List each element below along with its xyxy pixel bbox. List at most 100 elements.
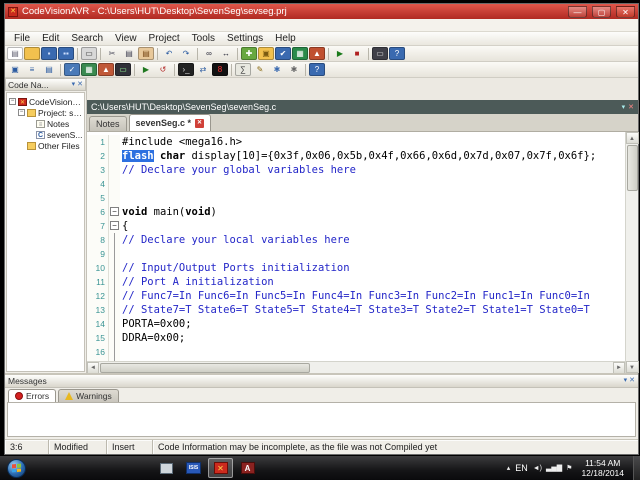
language-indicator[interactable]: EN	[515, 463, 528, 473]
code-line[interactable]: 1 #include <mega16.h>	[87, 135, 625, 149]
volume-icon[interactable]: ◄)	[533, 465, 542, 472]
scroll-right-icon[interactable]: ►	[613, 361, 625, 374]
tab-errors[interactable]: Errors	[8, 389, 57, 402]
fold-collapse-icon[interactable]: −	[110, 221, 119, 230]
open-file-icon[interactable]	[24, 47, 40, 60]
help-icon[interactable]: ?	[389, 47, 405, 60]
menu-search[interactable]: Search	[65, 32, 109, 45]
serial-communication-icon[interactable]: ⇄	[195, 63, 211, 76]
view-code-navigator-icon[interactable]: ≡	[24, 63, 40, 76]
chip-programmer-icon[interactable]: ▭	[372, 47, 388, 60]
terminal-icon[interactable]: ›_	[178, 63, 194, 76]
tree-item-notes[interactable]: ≡ Notes	[7, 118, 84, 129]
panel-close-icon[interactable]: ✕	[629, 376, 635, 386]
tree-item-codevisionavr[interactable]: − ✕ CodeVisionAVR	[7, 96, 84, 107]
hidden-icons-button[interactable]: ▴	[507, 464, 511, 472]
redo-icon[interactable]: ↷	[178, 47, 194, 60]
menu-tools[interactable]: Tools	[186, 32, 221, 45]
menu-help[interactable]: Help	[269, 32, 302, 45]
chevron-down-icon[interactable]: ▾	[622, 103, 626, 111]
editor-close-icon[interactable]: ✕	[628, 103, 634, 111]
save-all-icon[interactable]: ▪▪	[58, 47, 74, 60]
build-all-project-icon[interactable]: ▲	[98, 63, 114, 76]
show-desktop-button[interactable]	[633, 456, 640, 480]
horizontal-scrollbar[interactable]: ◄ ►	[87, 361, 625, 374]
chevron-down-icon[interactable]: ▾	[624, 376, 628, 386]
new-project-icon[interactable]: ✚	[241, 47, 257, 60]
code-line[interactable]: 3 // Declare your global variables here	[87, 163, 625, 177]
tree-item-other-files[interactable]: Other Files	[7, 140, 84, 151]
calculator-icon[interactable]: ∑	[235, 63, 251, 76]
configure-project-icon[interactable]: ✱	[269, 63, 285, 76]
scroll-left-icon[interactable]: ◄	[87, 361, 99, 374]
maximize-button[interactable]: ▢	[592, 5, 611, 18]
taskbar-avr-studio[interactable]: A	[235, 458, 260, 478]
code-line[interactable]: 6− void main(void)	[87, 205, 625, 219]
panel-close-icon[interactable]: ✕	[77, 80, 83, 90]
undo-icon[interactable]: ↶	[161, 47, 177, 60]
program-chip-icon[interactable]: ▭	[115, 63, 131, 76]
tab-notes[interactable]: Notes	[89, 116, 127, 131]
led-display-icon[interactable]: 8	[212, 63, 228, 76]
code-editor[interactable]: 1 #include <mega16.h> 2 flash char display[…	[87, 132, 625, 361]
open-project-icon[interactable]: ▣	[258, 47, 274, 60]
new-file-icon[interactable]: ▤	[7, 47, 23, 60]
taskbar-codevisionavr[interactable]: ✕	[208, 458, 233, 478]
code-line[interactable]: 10 // Input/Output Ports initialization	[87, 261, 625, 275]
close-button[interactable]: ✕	[616, 5, 635, 18]
menu-project[interactable]: Project	[143, 32, 186, 45]
compile-file-icon[interactable]: ✓	[64, 63, 80, 76]
stop-icon[interactable]: ■	[349, 47, 365, 60]
view-editors-icon[interactable]: ▣	[7, 63, 23, 76]
minimize-button[interactable]: —	[568, 5, 587, 18]
find-icon[interactable]: ∞	[201, 47, 217, 60]
replace-icon[interactable]: ↔	[218, 47, 234, 60]
taskbar-system-utility[interactable]	[154, 458, 179, 478]
code-line[interactable]: 2 flash char display[10]={0x3f,0x06,0x5b,…	[87, 149, 625, 163]
action-center-icon[interactable]: ⚑	[566, 464, 572, 472]
code-line[interactable]: 8 // Declare your local variables here	[87, 233, 625, 247]
vertical-scrollbar[interactable]: ▲ ▼	[625, 132, 639, 373]
print-icon[interactable]: ▭	[81, 47, 97, 60]
tree-expander-icon[interactable]: −	[18, 109, 25, 116]
paste-icon[interactable]: ▤	[138, 47, 154, 60]
start-button[interactable]	[7, 458, 26, 478]
help-contents-icon[interactable]: ?	[309, 63, 325, 76]
vertical-scroll-thumb[interactable]	[626, 145, 638, 191]
code-line[interactable]: 11 // Port A initialization	[87, 275, 625, 289]
code-line[interactable]: 14 PORTA=0x00;	[87, 317, 625, 331]
chip-reset-icon[interactable]: ↺	[155, 63, 171, 76]
network-icon[interactable]: ▃▅▇	[546, 464, 562, 472]
make-icon[interactable]: ▦	[292, 47, 308, 60]
tab-sevenseg-c[interactable]: sevenSeg.c * ✕	[128, 114, 212, 131]
menu-file[interactable]: File	[8, 32, 36, 45]
title-bar[interactable]: ✕ CodeVisionAVR - C:\Users\HUT\Desktop\S…	[5, 4, 638, 19]
code-line[interactable]: 4	[87, 177, 625, 191]
tab-warnings[interactable]: Warnings	[58, 389, 119, 402]
ide-settings-icon[interactable]: ✱	[286, 63, 302, 76]
cut-icon[interactable]: ✂	[104, 47, 120, 60]
tree-item-project-sev[interactable]: − Project: sev...	[7, 107, 84, 118]
chevron-down-icon[interactable]: ▾	[72, 80, 76, 90]
scroll-down-icon[interactable]: ▼	[625, 361, 639, 373]
view-messages-icon[interactable]: ▤	[41, 63, 57, 76]
menu-settings[interactable]: Settings	[221, 32, 269, 45]
tab-close-icon[interactable]: ✕	[195, 118, 205, 128]
debugger-icon[interactable]: ▶	[138, 63, 154, 76]
tree-item-sevens[interactable]: CsevenS...	[7, 129, 84, 140]
code-line[interactable]: 12 // Func7=In Func6=In Func5=In Func4=In…	[87, 289, 625, 303]
code-line[interactable]: 15 DDRA=0x00;	[87, 331, 625, 345]
code-line[interactable]: 9	[87, 247, 625, 261]
tree-expander-icon[interactable]: −	[9, 98, 16, 105]
save-file-icon[interactable]: ▪	[41, 47, 57, 60]
taskbar-proteus-isis[interactable]: ISIS	[181, 458, 206, 478]
build-all-icon[interactable]: ▲	[309, 47, 325, 60]
run-icon[interactable]: ▶	[332, 47, 348, 60]
scroll-up-icon[interactable]: ▲	[625, 132, 639, 144]
fold-collapse-icon[interactable]: −	[110, 207, 119, 216]
taskbar-clock[interactable]: 11:54 AM 12/18/2014	[581, 458, 624, 478]
horizontal-scroll-thumb[interactable]	[100, 362, 310, 373]
copy-icon[interactable]: ▤	[121, 47, 137, 60]
code-line[interactable]: 7−{	[87, 219, 625, 233]
compile-icon[interactable]: ✔	[275, 47, 291, 60]
